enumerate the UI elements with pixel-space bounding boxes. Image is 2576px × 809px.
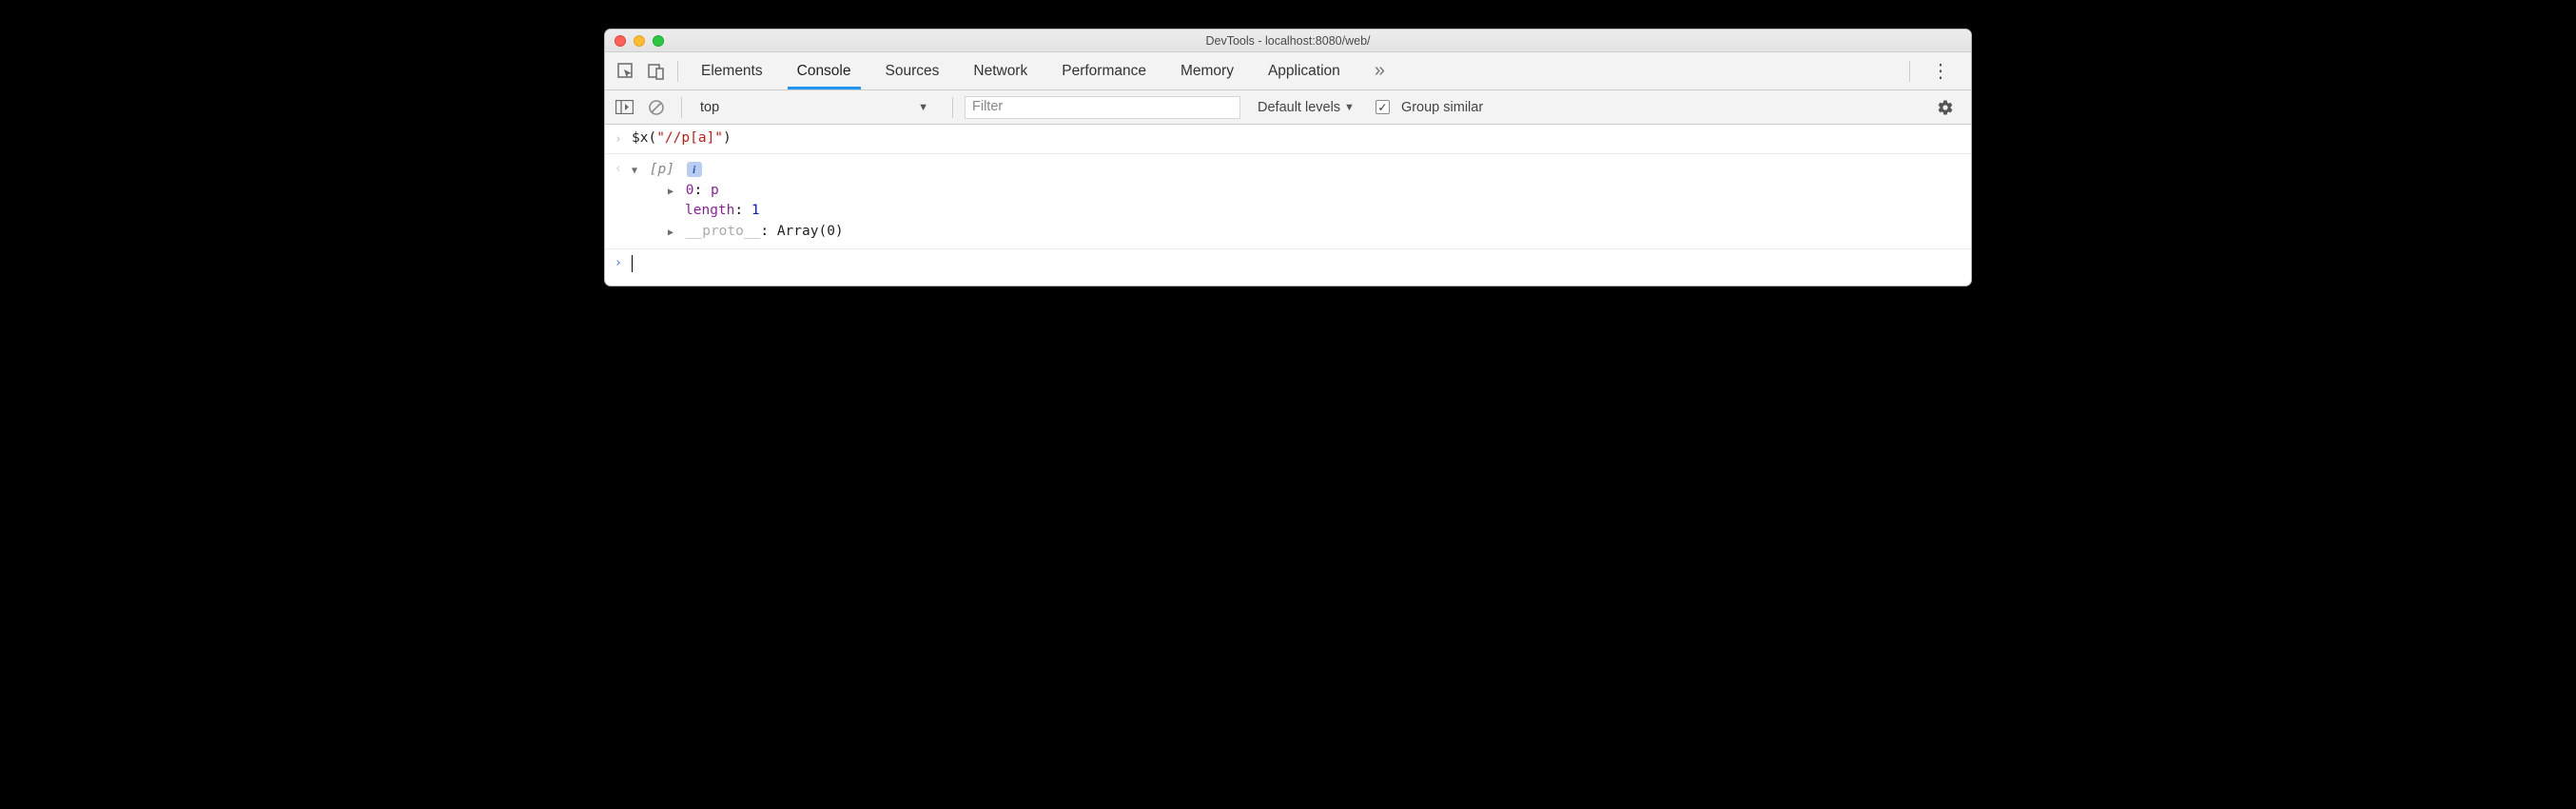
tab-performance[interactable]: Performance: [1044, 52, 1163, 89]
filter-input[interactable]: [965, 96, 1240, 119]
tab-label: Console: [797, 63, 851, 80]
main-toolbar: Elements Console Sources Network Perform…: [605, 52, 1971, 90]
log-levels-selector[interactable]: Default levels ▼: [1258, 100, 1360, 115]
tab-network[interactable]: Network: [956, 52, 1044, 89]
console-input-row: › $x("//p[a]"): [605, 125, 1971, 154]
tab-label: Sources: [886, 63, 940, 80]
tab-label: Elements: [701, 63, 763, 80]
console-filter-bar: top ▼ Filter Default levels ▼ ✓ Group si…: [605, 90, 1971, 125]
tab-console[interactable]: Console: [780, 52, 868, 89]
object-property-row[interactable]: length: 1: [632, 201, 844, 222]
levels-label: Default levels: [1258, 100, 1340, 115]
chevron-down-icon: ▼: [918, 102, 928, 113]
object-property-row[interactable]: ▶ 0: p: [632, 181, 844, 202]
tab-memory[interactable]: Memory: [1163, 52, 1251, 89]
tab-label: Memory: [1181, 63, 1234, 80]
devtools-window: DevTools - localhost:8080/web/ Elements …: [604, 29, 1972, 286]
expand-icon[interactable]: ▼: [632, 164, 637, 178]
group-similar-label: Group similar: [1401, 100, 1483, 115]
console-prompt[interactable]: ›: [605, 248, 1971, 286]
panel-tabs: Elements Console Sources Network Perform…: [684, 52, 1402, 89]
output-marker-icon: ‹: [615, 158, 632, 179]
settings-menu-icon[interactable]: ⋮: [1916, 59, 1965, 83]
prompt-marker-icon: ›: [615, 256, 632, 270]
sidebar-toggle-icon[interactable]: [611, 94, 637, 121]
text-cursor: [632, 255, 633, 272]
console-output: › $x("//p[a]") ‹ ▼ [p] i ▶ 0: p: [605, 125, 1971, 286]
tab-application[interactable]: Application: [1251, 52, 1357, 89]
array-preview-line[interactable]: ▼ [p] i: [632, 160, 844, 181]
tab-sources[interactable]: Sources: [868, 52, 957, 89]
window-title: DevTools - localhost:8080/web/: [605, 34, 1971, 48]
tab-label: Network: [973, 63, 1027, 80]
console-settings-icon[interactable]: [1925, 99, 1965, 116]
context-label: top: [700, 100, 719, 115]
divider: [677, 61, 678, 82]
info-icon[interactable]: i: [687, 162, 702, 177]
tab-label: Application: [1268, 63, 1340, 80]
input-marker-icon: ›: [615, 128, 632, 149]
result-block: ▼ [p] i ▶ 0: p length: 1 ▶ __proto__: Ar…: [632, 158, 844, 245]
tab-label: Performance: [1062, 63, 1146, 80]
expand-icon[interactable]: ▶: [668, 226, 673, 240]
inspect-element-icon[interactable]: [611, 52, 641, 90]
device-toolbar-icon[interactable]: [641, 52, 672, 90]
group-similar-checkbox[interactable]: ✓: [1376, 100, 1390, 114]
console-result-row: ‹ ▼ [p] i ▶ 0: p length: 1 ▶: [605, 154, 1971, 248]
overflow-icon: »: [1375, 60, 1385, 82]
tab-overflow[interactable]: »: [1357, 52, 1402, 89]
tab-elements[interactable]: Elements: [684, 52, 780, 89]
console-input-expr: $x("//p[a]"): [632, 128, 732, 149]
divider: [681, 97, 682, 118]
clear-console-icon[interactable]: [643, 94, 670, 121]
context-selector[interactable]: top ▼: [693, 97, 941, 118]
divider: [952, 97, 953, 118]
chevron-down-icon: ▼: [1344, 102, 1355, 113]
expand-icon[interactable]: ▶: [668, 185, 673, 199]
titlebar: DevTools - localhost:8080/web/: [605, 30, 1971, 52]
divider: [1909, 61, 1910, 82]
object-property-row[interactable]: ▶ __proto__: Array(0): [632, 222, 844, 243]
